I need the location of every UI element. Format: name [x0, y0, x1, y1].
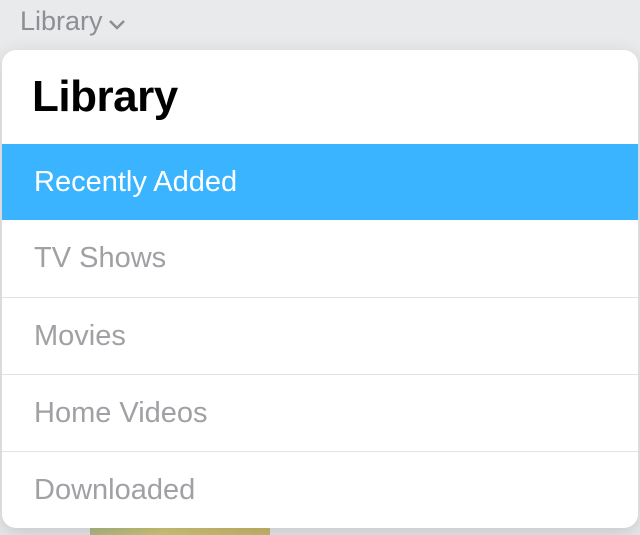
menu-item-downloaded[interactable]: Downloaded: [2, 452, 638, 528]
popover-title: Library: [2, 50, 638, 144]
library-popover: Library Recently Added TV Shows Movies H…: [2, 50, 638, 528]
nav-label: Library: [20, 6, 103, 37]
menu-item-recently-added[interactable]: Recently Added: [2, 144, 638, 220]
library-nav-trigger[interactable]: Library: [20, 6, 126, 37]
menu-item-label: Downloaded: [34, 474, 195, 506]
library-menu-list: Recently Added TV Shows Movies Home Vide…: [2, 144, 638, 528]
menu-item-label: Home Videos: [34, 397, 208, 429]
chevron-down-icon: [108, 6, 126, 37]
menu-item-tv-shows[interactable]: TV Shows: [2, 220, 638, 297]
menu-item-label: TV Shows: [34, 242, 166, 274]
menu-item-label: Recently Added: [34, 166, 237, 198]
menu-item-movies[interactable]: Movies: [2, 298, 638, 375]
menu-item-home-videos[interactable]: Home Videos: [2, 375, 638, 452]
menu-item-label: Movies: [34, 320, 126, 352]
